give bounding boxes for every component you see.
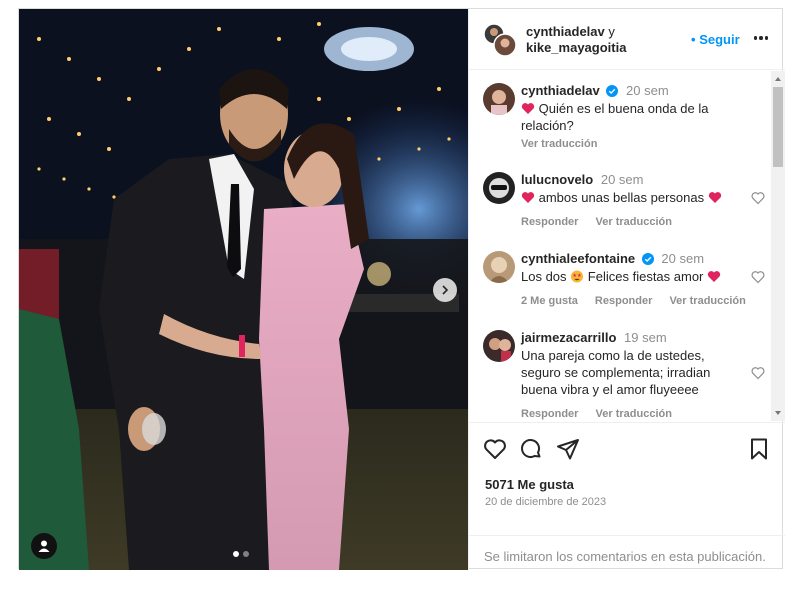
action-bar	[483, 437, 773, 463]
reply-link[interactable]: Responder	[521, 216, 578, 228]
post-header: cynthiadelav y kike_mayagoitia • Seguir	[469, 9, 785, 70]
chevron-right-icon	[442, 285, 449, 295]
comment-text-line: buena vibra y el amor fluyeeee	[521, 382, 699, 397]
post-side-panel: cynthiadelav y kike_mayagoitia • Seguir	[468, 9, 785, 570]
collab-names: cynthiadelav y kike_mayagoitia	[526, 24, 626, 56]
collab-avatars[interactable]	[483, 23, 517, 57]
reply-link[interactable]: Responder	[521, 408, 578, 420]
carousel-dot	[243, 551, 249, 557]
comment-likes-count[interactable]: 2 Me gusta	[521, 295, 578, 307]
avatar-image	[483, 330, 515, 362]
comment-body: cynthiadelav 20 sem Quién es el buena on…	[521, 83, 741, 150]
more-options-button[interactable]	[750, 31, 772, 45]
comment-body: lulucnovelo 20 sem ambos unas bellas per…	[521, 172, 741, 228]
comment-body: jairmezacarrillo 19 sem Una pareja como …	[521, 330, 741, 420]
tagged-users-button[interactable]	[31, 533, 57, 559]
save-bookmark-icon[interactable]	[747, 437, 771, 461]
post-footer: 5071 Me gusta 20 de diciembre de 2023 Se…	[469, 422, 785, 570]
avatar-image	[483, 172, 515, 204]
like-comment-heart-icon[interactable]	[751, 366, 765, 380]
header-connector: y	[608, 24, 615, 39]
see-translation-link[interactable]: Ver traducción	[596, 216, 672, 228]
verified-badge-icon	[641, 253, 654, 265]
avatar-image	[483, 83, 515, 115]
red-heart-emoji-icon	[521, 103, 535, 114]
follow-separator: •	[691, 32, 696, 47]
comment-time[interactable]: 20 sem	[626, 83, 669, 98]
header-username-2[interactable]: kike_mayagoitia	[526, 40, 626, 55]
comment-text: Una pareja como la de ustedes, seguro se…	[521, 347, 741, 398]
see-translation-link[interactable]: Ver traducción	[669, 295, 745, 307]
red-heart-emoji-icon	[521, 192, 535, 203]
more-dot-icon	[759, 36, 763, 40]
comment-username[interactable]: cynthialeefontaine	[521, 251, 635, 266]
comment-text-line: ambos unas bellas personas	[538, 190, 705, 205]
follow-button[interactable]: • Seguir	[691, 32, 740, 47]
red-heart-emoji-icon	[708, 192, 721, 203]
carousel-dots	[233, 551, 249, 557]
comment-time[interactable]: 20 sem	[661, 251, 704, 266]
comment-text-line: seguro se complementa; irradian	[521, 365, 711, 380]
instagram-post: cynthiadelav y kike_mayagoitia • Seguir	[18, 8, 785, 570]
post-photo[interactable]	[19, 9, 468, 570]
like-comment-heart-icon[interactable]	[751, 191, 765, 205]
avatar[interactable]	[483, 251, 515, 283]
user-icon	[38, 540, 50, 552]
scroll-down-arrow-icon[interactable]	[775, 411, 781, 415]
comment-text: ambos unas bellas personas	[521, 189, 741, 206]
comment-text-line: Los dos	[521, 269, 567, 284]
avatar[interactable]	[483, 172, 515, 204]
verified-badge-icon	[606, 85, 619, 97]
like-heart-icon[interactable]	[483, 437, 507, 461]
star-struck-emoji-icon	[571, 270, 584, 283]
comment-text-line: Una pareja como la de ustedes,	[521, 348, 705, 363]
couple-photo	[19, 9, 468, 570]
see-translation-link[interactable]: Ver traducción	[521, 138, 597, 150]
share-paper-plane-icon[interactable]	[556, 437, 580, 461]
comment-text: Quién es el buena onda de la relación?	[521, 100, 741, 134]
scroll-up-arrow-icon[interactable]	[775, 77, 781, 81]
comments-limited-notice: Se limitaron los comentarios en esta pub…	[469, 535, 785, 571]
comment-text-line: relación?	[521, 118, 574, 133]
red-heart-emoji-icon	[707, 271, 721, 282]
carousel-dot-active	[233, 551, 239, 557]
comment-body: cynthialeefontaine 20 sem Los dos Felice…	[521, 251, 746, 307]
avatar	[483, 23, 517, 57]
comment-text: Los dos Felices fiestas amor	[521, 268, 741, 285]
avatar[interactable]	[483, 83, 515, 115]
next-slide-button[interactable]	[433, 278, 457, 302]
comments-scrollbar[interactable]	[771, 71, 785, 421]
see-translation-link[interactable]: Ver traducción	[596, 408, 672, 420]
follow-label: Seguir	[699, 32, 740, 47]
post-date[interactable]: 20 de diciembre de 2023	[485, 496, 606, 508]
comment-username[interactable]: jairmezacarrillo	[521, 330, 616, 345]
avatar[interactable]	[483, 330, 515, 362]
comments-list[interactable]: cynthiadelav 20 sem Quién es el buena on…	[469, 71, 785, 421]
reply-link[interactable]: Responder	[595, 295, 652, 307]
comment-username[interactable]: lulucnovelo	[521, 172, 593, 187]
scrollbar-thumb[interactable]	[773, 87, 783, 167]
avatar-image	[483, 251, 515, 283]
comment-username[interactable]: cynthiadelav	[521, 83, 600, 98]
likes-count[interactable]: 5071 Me gusta	[485, 477, 574, 492]
more-dot-icon	[753, 36, 758, 40]
comment-time[interactable]: 20 sem	[601, 172, 644, 187]
comment-time[interactable]: 19 sem	[624, 330, 667, 345]
like-comment-heart-icon[interactable]	[751, 270, 765, 284]
comment-text-line: Felices fiestas amor	[587, 269, 704, 284]
header-username-1[interactable]: cynthiadelav	[526, 24, 605, 39]
comment-text-line: Quién es el buena onda de la	[538, 101, 709, 116]
more-dot-icon	[764, 36, 769, 40]
comment-bubble-icon[interactable]	[519, 437, 543, 461]
